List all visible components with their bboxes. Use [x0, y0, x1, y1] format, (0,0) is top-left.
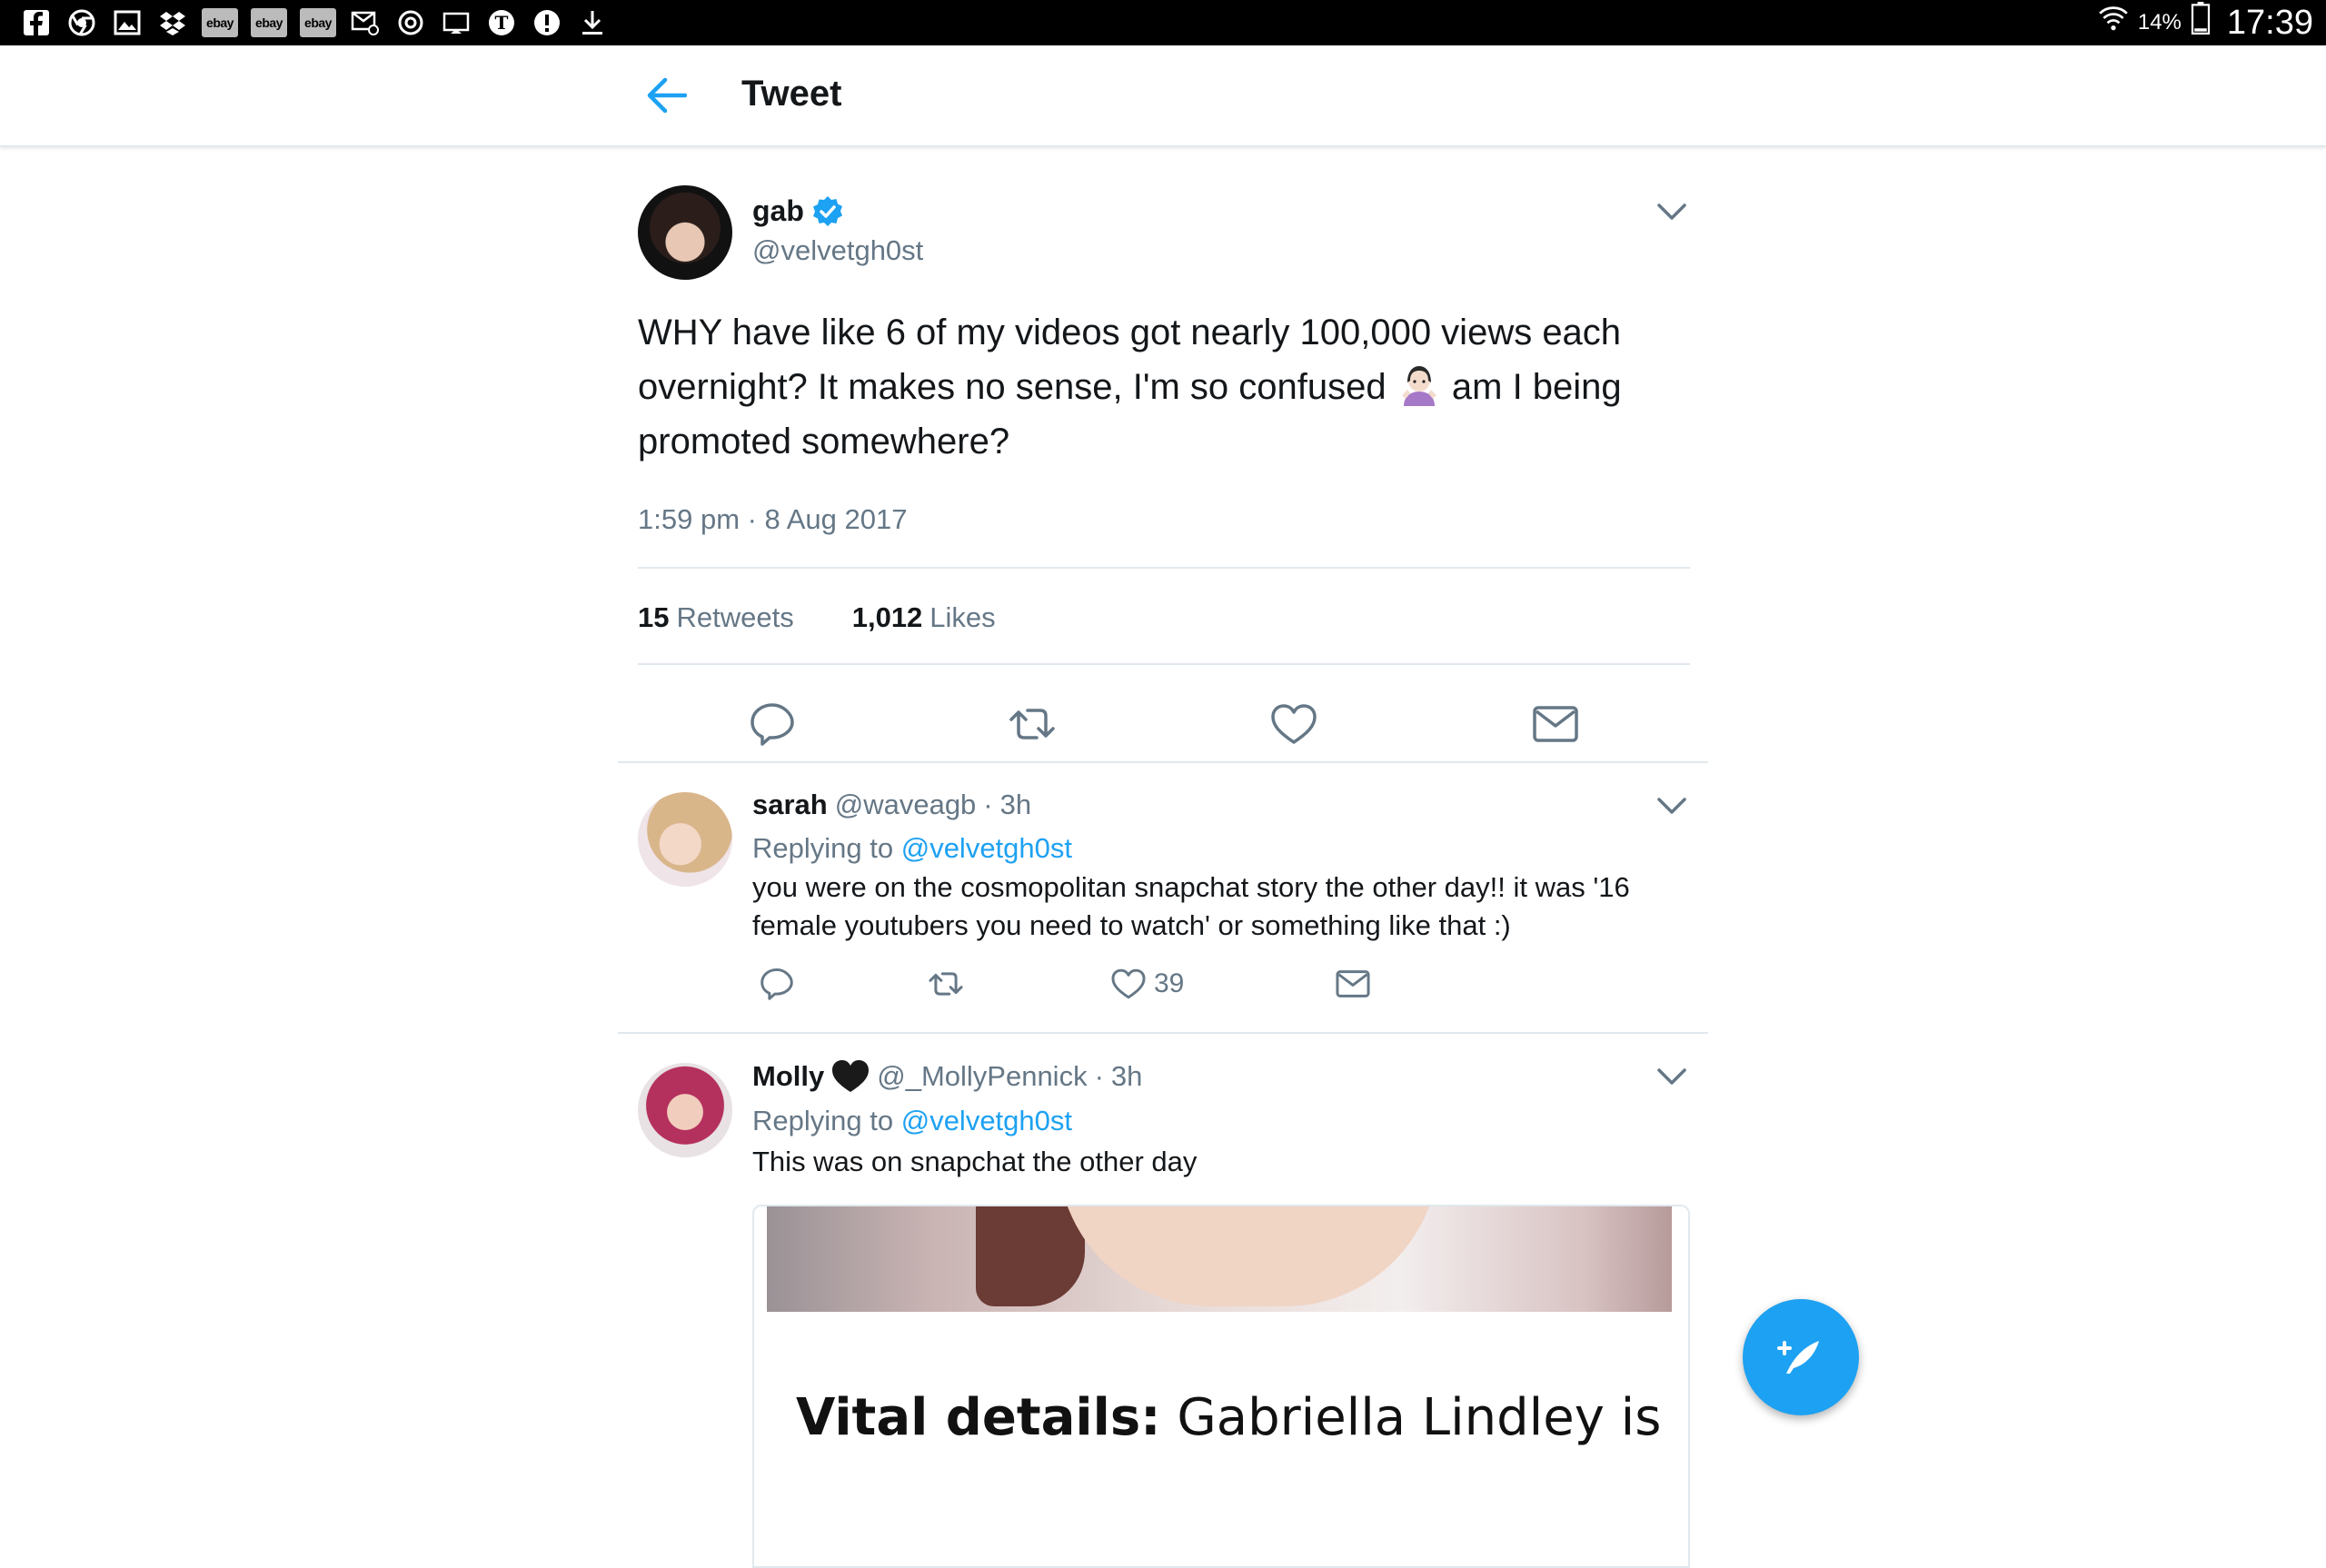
reply-button[interactable] [736, 683, 809, 765]
ebay-icon: ebay [300, 8, 336, 37]
heart-icon [1271, 704, 1317, 744]
avatar[interactable] [638, 792, 732, 887]
separator: · [1094, 1060, 1104, 1092]
attached-image[interactable]: Vital details: Gabriella Lindley is [752, 1205, 1690, 1568]
alert-icon [531, 8, 563, 37]
download-icon [576, 8, 609, 37]
replying-to-link[interactable]: @velvetgh0st [901, 832, 1072, 864]
image-caption-rest: Gabriella Lindley is [1177, 1388, 1662, 1447]
author-name[interactable]: gab [752, 194, 804, 228]
arrow-left-icon [647, 77, 687, 114]
reply-tweet[interactable]: Molly @_MollyPennick · 3h Replying to @v… [618, 1032, 1708, 1568]
gallery-icon [111, 8, 144, 37]
likes-stat[interactable]: 1,012 Likes [852, 601, 996, 634]
retweet-button[interactable] [921, 961, 970, 1007]
tweet-timestamp[interactable]: 1:59 pm · 8 Aug 2017 [638, 503, 907, 536]
image-face [1058, 1206, 1439, 1306]
tweet-actions [618, 683, 1708, 765]
compose-feather-icon [1777, 1341, 1819, 1374]
separator: · [983, 789, 993, 820]
cast-icon [440, 8, 472, 37]
dropbox-icon [156, 8, 189, 37]
back-button[interactable] [636, 73, 696, 118]
retweet-button[interactable] [996, 683, 1069, 765]
chevron-down-icon[interactable] [1654, 1063, 1690, 1090]
reply-icon [760, 968, 793, 1000]
avatar[interactable] [638, 185, 732, 280]
envelope-icon [1533, 706, 1578, 742]
ebay-icon: ebay [251, 8, 287, 37]
reply-button[interactable] [752, 961, 801, 1007]
sync-icon [394, 8, 427, 37]
tweet-text: WHY have like 6 of my videos got nearly … [638, 305, 1655, 469]
wifi-icon [2098, 3, 2129, 43]
author-name[interactable]: Molly [752, 1060, 824, 1093]
author-name[interactable]: sarah [752, 789, 828, 821]
replying-to-link[interactable]: @velvetgh0st [901, 1105, 1072, 1136]
svg-text:T: T [495, 12, 509, 34]
author-handle[interactable]: @velvetgh0st [752, 234, 923, 267]
retweets-stat[interactable]: 15 Retweets [638, 601, 794, 634]
reply-header: sarah @waveagb · 3h [752, 789, 1031, 821]
direct-message-button[interactable] [1328, 961, 1377, 1007]
app-header: Tweet [0, 45, 2326, 147]
replying-prefix: Replying to [752, 832, 894, 864]
divider [638, 663, 1690, 665]
envelope-icon [1336, 970, 1370, 997]
verified-badge-icon [812, 195, 842, 226]
replying-prefix: Replying to [752, 1105, 894, 1136]
status-bar: ebay ebay ebay T 14% 17:39 [0, 0, 2326, 45]
chevron-down-icon[interactable] [1654, 198, 1690, 225]
battery-icon [2191, 2, 2211, 44]
email-at-icon [349, 8, 382, 37]
reply-text: you were on the cosmopolitan snapchat st… [752, 871, 1630, 941]
retweets-count: 15 [638, 601, 670, 633]
reply-text: This was on snapchat the other day [752, 1146, 1198, 1177]
likes-label: Likes [929, 601, 996, 633]
replying-to: Replying to @velvetgh0st [752, 1105, 1072, 1137]
reply-icon [750, 703, 794, 746]
replying-to: Replying to @velvetgh0st [752, 832, 1072, 865]
image-photo-strip [767, 1206, 1672, 1312]
author-handle[interactable]: @waveagb [835, 789, 977, 821]
system-status: 14% 17:39 [2098, 2, 2313, 44]
chevron-down-icon[interactable] [1654, 792, 1690, 819]
chrome-icon [65, 8, 98, 37]
direct-message-button[interactable] [1519, 683, 1592, 765]
reply-time[interactable]: 3h [1000, 789, 1031, 821]
ebay-icon: ebay [202, 8, 238, 37]
image-caption-bold: Vital details: [796, 1388, 1161, 1447]
avatar[interactable] [638, 1063, 732, 1157]
page-title: Tweet [741, 74, 842, 114]
nytimes-icon: T [485, 8, 518, 37]
heart-icon [1111, 968, 1146, 999]
reply-header: Molly @_MollyPennick · 3h [752, 1059, 1142, 1094]
like-button[interactable] [1257, 683, 1330, 765]
battery-percent: 14% [2137, 10, 2182, 35]
image-caption: Vital details: Gabriella Lindley is [796, 1388, 1661, 1447]
black-heart-emoji-icon [832, 1060, 870, 1092]
author-name-row: gab [752, 194, 844, 228]
reply-tweet[interactable]: sarah @waveagb · 3h Replying to @velvetg… [618, 761, 1708, 1032]
compose-tweet-button[interactable] [1743, 1299, 1859, 1415]
image-hair [976, 1206, 1085, 1306]
like-count: 39 [1154, 968, 1185, 998]
likes-count: 1,012 [851, 601, 923, 633]
reply-time[interactable]: 3h [1111, 1060, 1142, 1093]
woman-shrugging-emoji-icon [1401, 366, 1436, 406]
notification-icons: ebay ebay ebay T [20, 8, 609, 37]
facebook-icon [20, 8, 53, 37]
divider [638, 567, 1690, 569]
retweet-icon [1009, 709, 1055, 739]
retweet-icon [929, 972, 963, 996]
author-handle[interactable]: @_MollyPennick [877, 1060, 1087, 1093]
clock: 17:39 [2226, 3, 2313, 42]
tweet-stats: 15 Retweets 1,012 Likes [638, 601, 996, 634]
like-button[interactable]: 39 [1110, 961, 1184, 1007]
retweets-label: Retweets [676, 601, 794, 633]
